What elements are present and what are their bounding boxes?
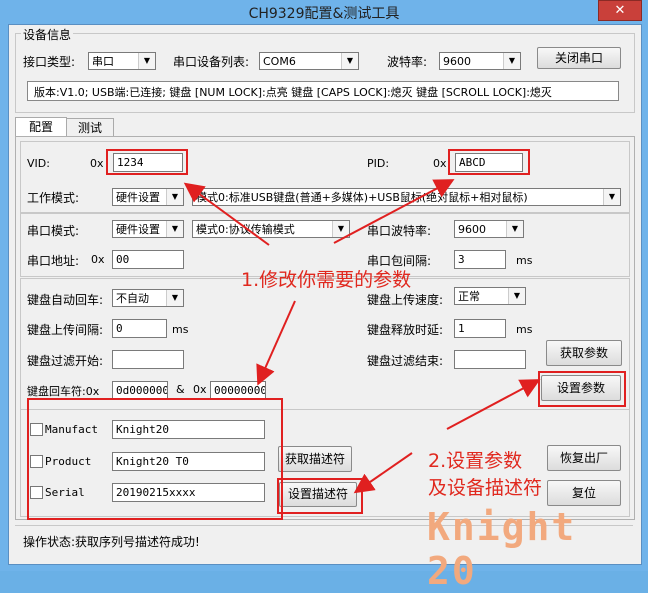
annotation-step-2-line-1: 2.设置参数 [428,450,523,472]
arrow-to-set-descriptor [353,452,413,494]
close-window-button[interactable]: ✕ [598,0,642,21]
arrow-to-set-params [446,379,541,430]
arrow-to-descriptors [256,300,296,386]
title-bar: CH9329配置&测试工具 ✕ [0,0,648,24]
window-title: CH9329配置&测试工具 [248,6,400,22]
watermark-text: Knight 20 [427,505,577,593]
annotation-step-2-line-2: 及设备描述符 [428,477,543,499]
app-window: CH9329配置&测试工具 ✕ 设备信息 接口类型: 串口 ▼ 串口设备列表: … [0,0,648,593]
client-area: 设备信息 接口类型: 串口 ▼ 串口设备列表: COM6 ▼ 波特率: 9600… [8,24,642,593]
arrow-to-vid [183,182,270,246]
annotation-arrows [183,179,541,494]
arrow-to-pid [333,179,455,244]
annotation-step-1: 1.修改你需要的参数 [241,269,412,291]
